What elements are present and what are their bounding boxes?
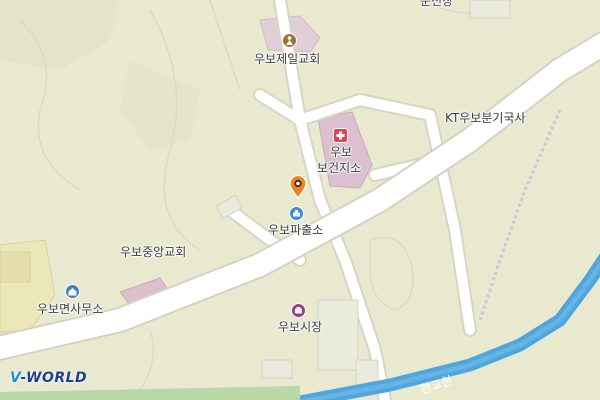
vworld-logo: V-WORLD: [10, 370, 88, 386]
hospital-cross-icon[interactable]: [333, 128, 348, 143]
label-health-center-line1[interactable]: 우보: [330, 145, 352, 160]
label-health-center-line2[interactable]: 보건지소: [317, 161, 361, 176]
label-police[interactable]: 우보파출소: [268, 223, 323, 238]
police-icon[interactable]: [289, 206, 304, 221]
map-view[interactable]: 우보제일교회 우보 보건지소 KT우보분기국사 운전장 우보파출소 우보중앙교회…: [0, 0, 600, 400]
label-church-jeil[interactable]: 우보제일교회: [254, 52, 320, 67]
label-kt-office[interactable]: KT우보분기국사: [445, 111, 526, 126]
market-icon[interactable]: [291, 303, 306, 318]
label-top-partial[interactable]: 운전장: [420, 0, 453, 9]
location-pin-icon[interactable]: [288, 174, 308, 200]
label-church-jungang[interactable]: 우보중앙교회: [120, 245, 186, 260]
label-township-office[interactable]: 우보면사무소: [37, 302, 103, 317]
church-icon[interactable]: [282, 33, 297, 48]
label-market[interactable]: 우보시장: [278, 320, 322, 335]
government-office-icon[interactable]: [65, 284, 80, 299]
